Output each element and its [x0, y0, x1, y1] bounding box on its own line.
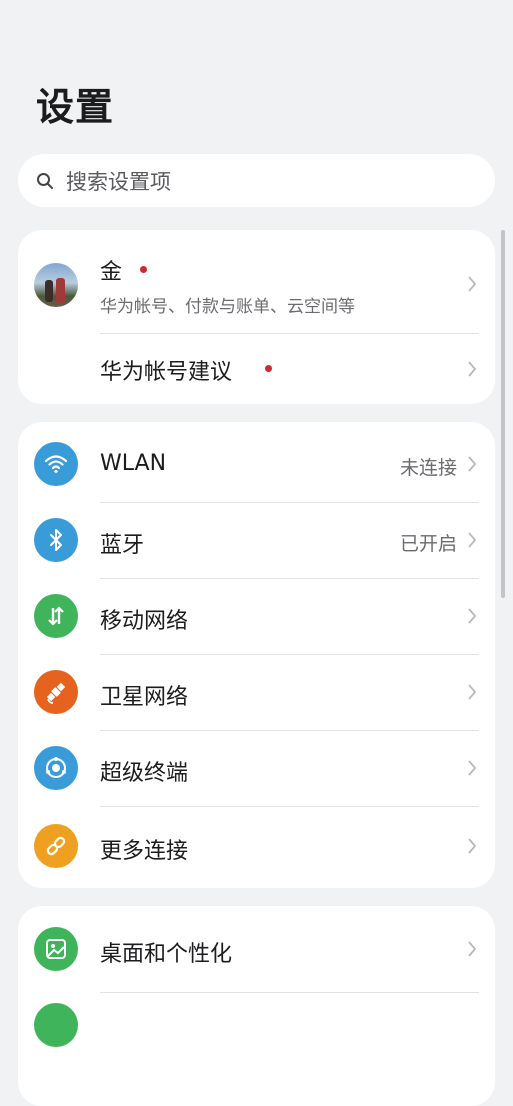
account-suggestion-row[interactable]: 华为帐号建议	[18, 334, 495, 404]
satellite-network-row[interactable]: 卫星网络	[18, 654, 495, 730]
account-name: 金	[100, 260, 123, 285]
more-connections-label: 更多连接	[100, 839, 189, 864]
bluetooth-status: 已开启	[399, 533, 457, 555]
connections-card: WLAN 未连接 蓝牙 已开启 移动网络 卫星网络 超级终端 更多连接	[18, 422, 495, 888]
bluetooth-row[interactable]: 蓝牙 已开启	[18, 502, 495, 578]
mobile-network-label: 移动网络	[100, 609, 189, 634]
satellite-network-label: 卫星网络	[100, 685, 189, 710]
scrollbar[interactable]	[501, 230, 505, 598]
avatar	[34, 263, 78, 307]
chevron-right-icon	[467, 607, 477, 625]
wlan-row[interactable]: WLAN 未连接	[18, 422, 495, 502]
chevron-right-icon	[467, 275, 477, 293]
wallpaper-icon	[34, 927, 78, 971]
chevron-right-icon	[467, 360, 477, 378]
divider	[100, 992, 479, 993]
notification-dot	[265, 365, 272, 372]
account-subtitle: 华为帐号、付款与账单、云空间等	[100, 297, 355, 317]
display-card: 桌面和个性化	[18, 906, 495, 1106]
home-screen-label: 桌面和个性化	[100, 942, 233, 967]
super-device-row[interactable]: 超级终端	[18, 730, 495, 806]
chevron-right-icon	[467, 759, 477, 777]
chevron-right-icon	[467, 531, 477, 549]
account-row[interactable]: 金 华为帐号、付款与账单、云空间等	[18, 230, 495, 334]
link-icon	[34, 824, 78, 868]
more-connections-row[interactable]: 更多连接	[18, 806, 495, 888]
chevron-right-icon	[467, 683, 477, 701]
chevron-right-icon	[467, 940, 477, 958]
notification-dot	[140, 266, 147, 273]
mobile-network-icon	[34, 594, 78, 638]
satellite-icon	[34, 670, 78, 714]
super-device-label: 超级终端	[100, 761, 189, 786]
super-device-icon	[34, 746, 78, 790]
mobile-network-row[interactable]: 移动网络	[18, 578, 495, 654]
account-card: 金 华为帐号、付款与账单、云空间等 华为帐号建议	[18, 230, 495, 404]
bluetooth-label: 蓝牙	[100, 533, 145, 558]
wlan-status: 未连接	[399, 457, 457, 479]
chevron-right-icon	[467, 837, 477, 855]
bluetooth-icon	[34, 518, 78, 562]
home-screen-row[interactable]: 桌面和个性化	[18, 906, 495, 992]
search-placeholder: 搜索设置项	[66, 169, 171, 194]
account-suggestion-label: 华为帐号建议	[100, 360, 233, 385]
next-item-icon	[34, 1003, 78, 1047]
wlan-label: WLAN	[100, 451, 167, 476]
search-icon	[36, 172, 54, 190]
wifi-icon	[34, 442, 78, 486]
chevron-right-icon	[467, 455, 477, 473]
page-title: 设置	[36, 85, 115, 129]
search-input[interactable]: 搜索设置项	[18, 154, 495, 207]
